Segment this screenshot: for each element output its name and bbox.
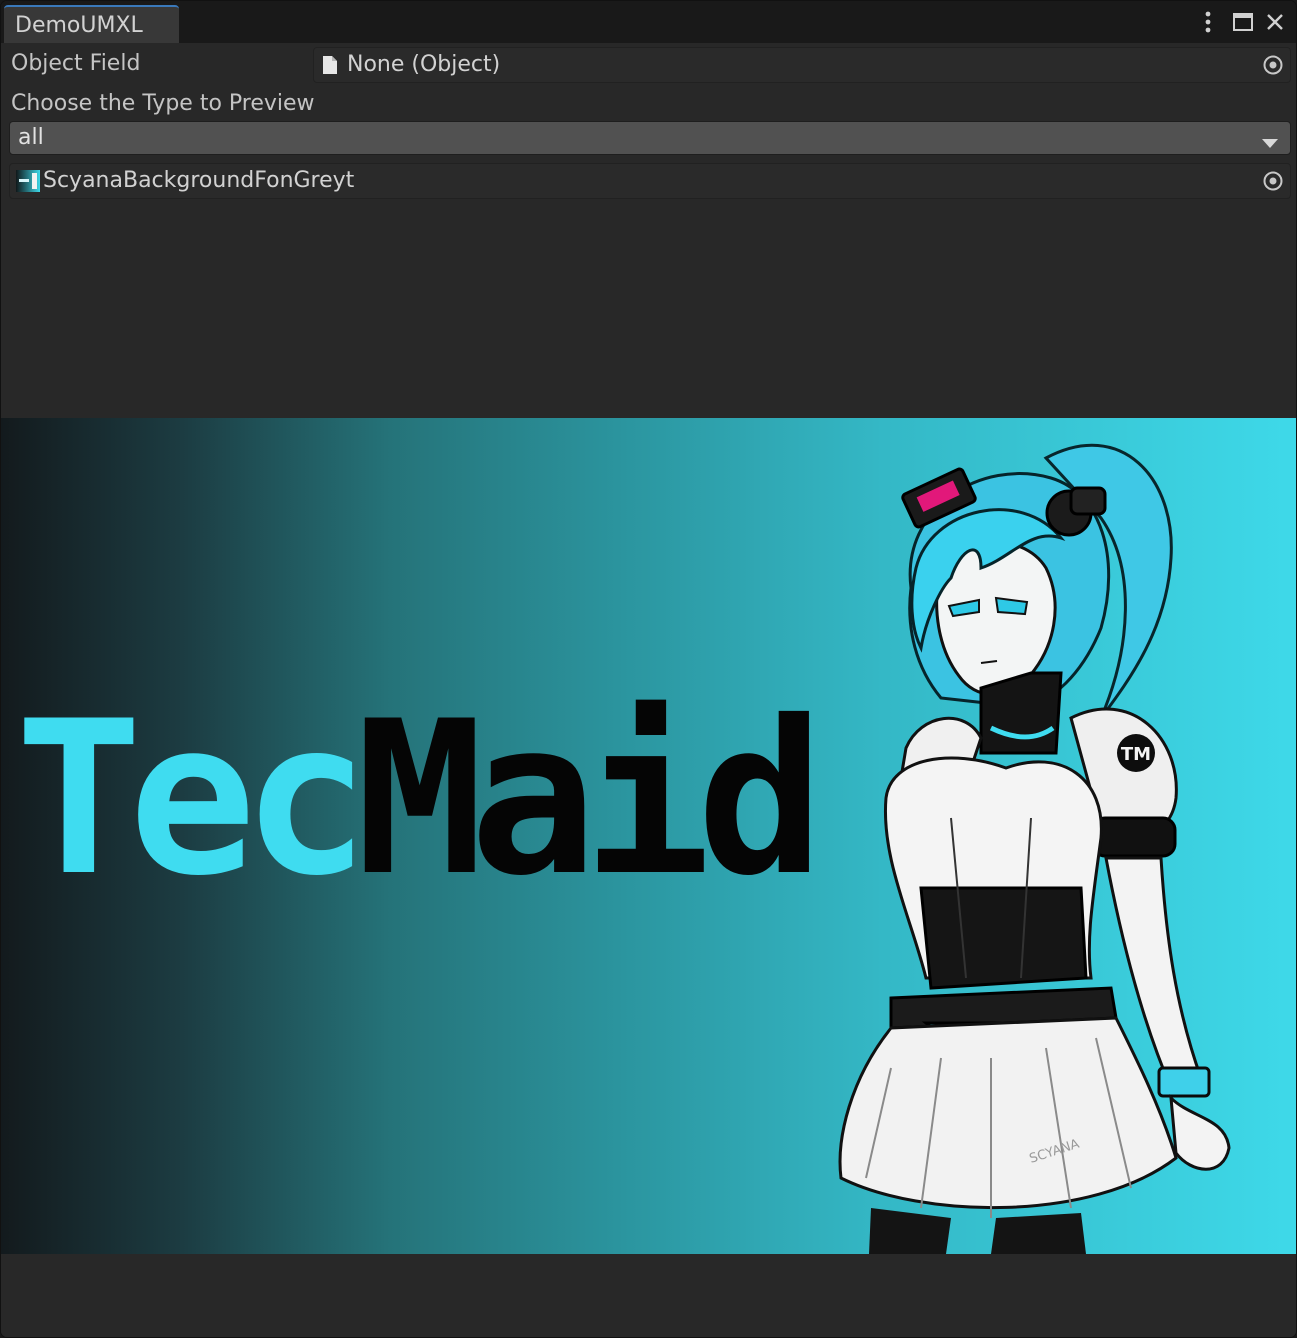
type-chooser-label: Choose the Type to Preview: [11, 91, 315, 116]
object-field-input[interactable]: None (Object): [313, 47, 1291, 83]
tab-demoumxl[interactable]: DemoUMXL: [4, 5, 179, 43]
more-vert-icon[interactable]: [1195, 9, 1221, 35]
logo-tec: Tec: [15, 675, 370, 922]
inspector-content: Object Field None (Object) Choose the Ty…: [1, 43, 1296, 1337]
asset-picker-icon[interactable]: [1262, 170, 1284, 192]
tecmaid-logo: TecMaid: [15, 693, 824, 905]
object-field-label: Object Field: [11, 51, 141, 76]
close-icon[interactable]: [1262, 9, 1288, 35]
editor-window: DemoUMXL Object Field None (Object) Choo…: [0, 0, 1297, 1338]
maximize-icon[interactable]: [1230, 9, 1256, 35]
object-field-value: None (Object): [347, 52, 501, 77]
type-dropdown-value: all: [18, 125, 44, 150]
document-icon: [322, 55, 338, 79]
tab-title: DemoUMXL: [15, 13, 143, 38]
texture-thumbnail-icon: [16, 170, 40, 196]
type-dropdown[interactable]: all: [9, 121, 1291, 155]
tab-bar: DemoUMXL: [1, 1, 1296, 43]
asset-field-value: ScyanaBackgroundFonGreyt: [43, 168, 355, 193]
tm-badge: TM: [1121, 744, 1151, 765]
chevron-down-icon: [1262, 134, 1278, 153]
preview-image: TecMaid TM SCYANA: [1, 418, 1296, 1254]
object-picker-icon[interactable]: [1262, 54, 1284, 76]
maid-character-illustration: TM SCYANA: [838, 444, 1231, 1254]
asset-field[interactable]: ScyanaBackgroundFonGreyt: [9, 163, 1291, 199]
logo-maid: Maid: [355, 675, 825, 922]
